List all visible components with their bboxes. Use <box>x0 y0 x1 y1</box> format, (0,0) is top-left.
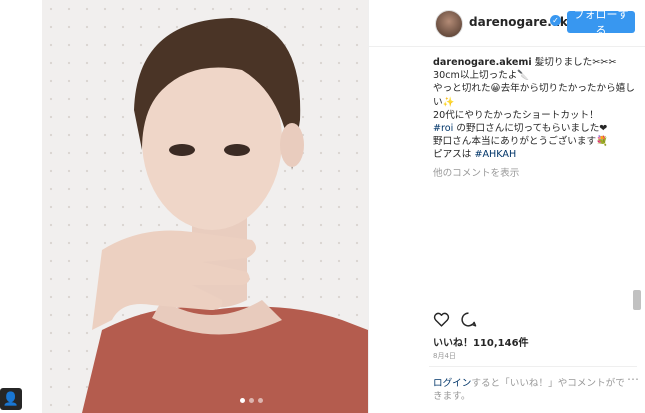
heart-icon[interactable] <box>433 311 450 328</box>
carousel-dot[interactable] <box>258 398 263 403</box>
caption-line: 20代にやりたかったショートカット！ <box>433 109 599 121</box>
login-link[interactable]: ログイン <box>433 378 471 389</box>
more-options-icon[interactable]: ⋯ <box>627 372 639 386</box>
more-comments-link[interactable]: 他のコメントを表示 <box>433 165 519 179</box>
post-date: 8月4日 <box>433 352 456 360</box>
divider <box>429 366 637 367</box>
action-bar <box>433 311 477 328</box>
comment-icon[interactable] <box>460 311 477 328</box>
user-icon[interactable]: 👤 <box>0 388 22 410</box>
caption-username[interactable]: darenogare.akemi <box>433 57 532 68</box>
verified-badge-icon: ✓ <box>550 15 561 26</box>
post-sidebar: darenogare.akemi ✓ フォローする darenogare.ake… <box>368 0 645 413</box>
post-photo[interactable] <box>42 0 368 413</box>
caption-line: ピアスは <box>433 149 475 161</box>
instagram-post-view: 👤 darenogare.akemi ✓ フォローする darenogare.a… <box>0 0 645 413</box>
post-header: darenogare.akemi ✓ フォローする <box>369 0 645 47</box>
caption-line: 野口さん本当にありがとうございます💐 <box>433 136 609 148</box>
hashtag-link[interactable]: #AHKAH <box>474 149 516 160</box>
caption-line: の野口さんに切ってもらいました❤ <box>453 123 608 135</box>
caption-line: やっと切れた😀去年から切りたかったから嬉しい✨ <box>433 83 635 108</box>
portrait-image <box>42 0 368 413</box>
avatar[interactable] <box>435 10 463 38</box>
carousel-dots <box>240 398 263 403</box>
caption-line: 髪切りました✂✂✂ <box>534 57 617 68</box>
caption: darenogare.akemi 髪切りました✂✂✂ 30cm以上切ったよ🔪 や… <box>433 56 639 162</box>
hashtag-link[interactable]: #roi <box>433 123 453 134</box>
carousel-dot[interactable] <box>240 398 245 403</box>
carousel-dot[interactable] <box>249 398 254 403</box>
login-prompt: ログインすると「いいね！」やコメントができます。 <box>433 377 629 403</box>
follow-button[interactable]: フォローする <box>567 8 635 37</box>
caption-line: 30cm以上切ったよ🔪 <box>433 70 530 82</box>
scrollbar[interactable] <box>633 290 641 310</box>
like-count[interactable]: いいね！110,146件 <box>433 334 529 349</box>
